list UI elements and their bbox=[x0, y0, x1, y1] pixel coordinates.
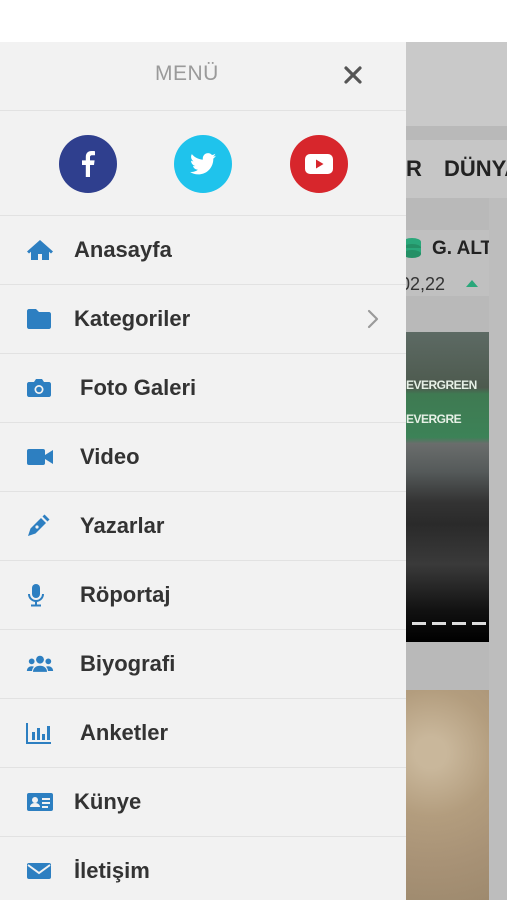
menu-item-label: Röportaj bbox=[80, 582, 171, 607]
facebook-button[interactable] bbox=[59, 135, 117, 193]
envelope-icon bbox=[26, 859, 54, 883]
chevron-right-icon[interactable] bbox=[364, 307, 382, 331]
video-camera-icon bbox=[26, 445, 54, 469]
microphone-icon bbox=[26, 583, 54, 607]
menu-item-yazarlar[interactable]: Yazarlar bbox=[0, 492, 406, 561]
twitter-icon bbox=[190, 153, 216, 175]
up-arrow-icon bbox=[466, 280, 478, 287]
drawer-header: MENÜ bbox=[0, 42, 406, 111]
menu-item-label: Biyografi bbox=[80, 651, 176, 676]
side-menu-drawer: MENÜ Anasayfa Kategoriler Foto Galeri Vi… bbox=[0, 42, 406, 900]
headline-photo[interactable]: EVERGREEN EVERGRE bbox=[406, 332, 489, 642]
status-bar-area bbox=[0, 0, 507, 42]
users-icon bbox=[26, 652, 54, 676]
home-icon bbox=[26, 238, 54, 262]
slider-pagination[interactable] bbox=[412, 622, 488, 625]
menu-item-label: Künye bbox=[74, 789, 142, 814]
menu-item-biyografi[interactable]: Biyografi bbox=[0, 630, 406, 699]
menu-item-iletisim[interactable]: İletişim bbox=[0, 837, 406, 905]
menu-item-label: Anketler bbox=[80, 720, 169, 745]
background-header bbox=[406, 42, 507, 126]
menu-item-anketler[interactable]: Anketler bbox=[0, 699, 406, 768]
youtube-button[interactable] bbox=[290, 135, 348, 193]
social-links bbox=[0, 111, 406, 216]
id-card-icon bbox=[26, 790, 54, 814]
drawer-menu: Anasayfa Kategoriler Foto Galeri Video Y… bbox=[0, 216, 406, 905]
folder-icon bbox=[26, 307, 54, 331]
menu-item-anasayfa[interactable]: Anasayfa bbox=[0, 216, 406, 285]
close-icon bbox=[344, 66, 362, 84]
menu-item-label: Foto Galeri bbox=[80, 375, 197, 400]
ticker-value: 02,22 bbox=[400, 274, 446, 294]
camera-icon bbox=[26, 376, 54, 400]
bar-chart-icon bbox=[26, 721, 54, 745]
menu-item-label: Yazarlar bbox=[80, 513, 165, 538]
background-category-nav: R DÜNYA bbox=[406, 140, 507, 198]
ticker-name: G. ALT bbox=[432, 238, 493, 259]
twitter-button[interactable] bbox=[174, 135, 232, 193]
nav-item-dunya[interactable]: DÜNYA bbox=[444, 156, 507, 182]
menu-item-label: Anasayfa bbox=[74, 237, 172, 262]
drawer-title: MENÜ bbox=[155, 62, 219, 85]
pen-icon bbox=[26, 514, 54, 538]
photo-text-2: EVERGRE bbox=[406, 412, 462, 426]
menu-item-label: Kategoriler bbox=[74, 306, 191, 331]
nav-fragment: R bbox=[406, 156, 422, 181]
menu-item-foto-galeri[interactable]: Foto Galeri bbox=[0, 354, 406, 423]
close-button[interactable] bbox=[338, 60, 368, 90]
menu-item-video[interactable]: Video bbox=[0, 423, 406, 492]
menu-item-label: İletişim bbox=[74, 858, 150, 883]
menu-item-kategoriler[interactable]: Kategoriler bbox=[0, 285, 406, 354]
photo-text: EVERGREEN bbox=[406, 378, 477, 392]
menu-item-kunye[interactable]: Künye bbox=[0, 768, 406, 837]
facebook-icon bbox=[82, 151, 95, 177]
menu-item-roportaj[interactable]: Röportaj bbox=[0, 561, 406, 630]
menu-item-label: Video bbox=[80, 444, 140, 469]
background-column bbox=[489, 198, 507, 900]
news-photo[interactable] bbox=[406, 690, 489, 900]
youtube-icon bbox=[305, 154, 333, 174]
